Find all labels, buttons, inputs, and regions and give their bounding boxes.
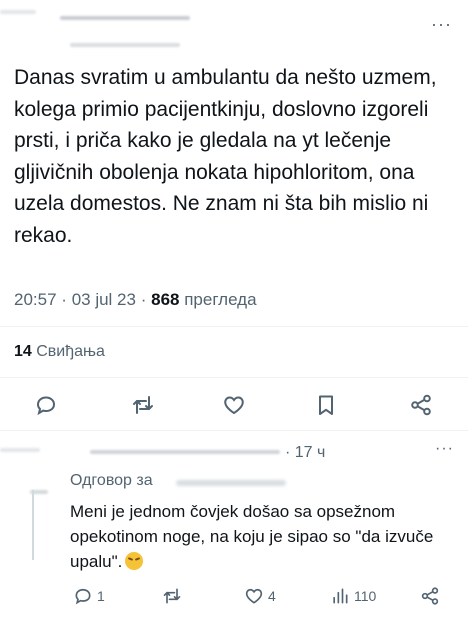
divider	[0, 430, 468, 431]
tweet-time[interactable]: 20:57	[14, 290, 57, 309]
retweet-button[interactable]	[162, 584, 182, 608]
reply-icon	[75, 588, 91, 605]
likes-count: 14	[14, 343, 32, 360]
thread-line	[32, 490, 34, 560]
confounded-face-emoji-icon	[125, 552, 144, 570]
tweet-actions	[0, 385, 468, 425]
reply-actions: 1 4 110	[0, 584, 468, 612]
reply-author-avatar[interactable]	[0, 438, 50, 498]
reply-count: 1	[97, 588, 105, 604]
likes-label: Свиђања	[36, 343, 105, 360]
share-button[interactable]	[420, 584, 440, 608]
share-icon[interactable]	[409, 393, 433, 417]
bookmark-icon[interactable]	[314, 393, 338, 417]
author-handle-redacted[interactable]	[70, 43, 180, 47]
reply-icon[interactable]	[34, 393, 58, 417]
author-avatar[interactable]	[0, 2, 44, 32]
divider	[0, 377, 468, 378]
tweet-date[interactable]: 03 jul 23	[72, 290, 136, 309]
author-name-redacted[interactable]	[60, 16, 190, 20]
replying-to-handle-redacted[interactable]	[176, 480, 286, 486]
meta-separator: ·	[140, 290, 147, 309]
retweet-icon[interactable]	[131, 393, 155, 417]
tweet-meta: 20:57 · 03 jul 23 · 868 прегледа	[14, 290, 257, 310]
tweet-text: Danas svratim u ambulantu da nešto uzmem…	[14, 66, 437, 247]
retweet-icon	[163, 588, 181, 604]
reply-text: Meni je jednom čovjek došao sa opsežnom …	[70, 499, 450, 574]
heart-icon[interactable]	[222, 393, 246, 417]
heart-icon	[245, 588, 263, 604]
analytics-icon	[333, 588, 348, 604]
replying-to-label: Одговор за	[70, 472, 153, 489]
like-button[interactable]: 4	[244, 584, 276, 608]
divider	[0, 326, 468, 327]
views-label: прегледа	[184, 290, 257, 309]
likes-link[interactable]: 14 Свиђања	[14, 343, 105, 361]
reply-button[interactable]: 1	[73, 584, 105, 608]
reply-author-redacted[interactable]	[90, 450, 280, 454]
views-count: 868	[151, 290, 180, 309]
share-icon	[421, 587, 439, 605]
tweet-header: ···	[0, 0, 468, 60]
like-count: 4	[268, 588, 276, 604]
reply-time[interactable]: · 17 ч	[285, 444, 325, 462]
views-button[interactable]: 110	[330, 584, 376, 608]
more-options-icon[interactable]: ···	[435, 440, 454, 458]
meta-separator: ·	[61, 290, 67, 309]
more-options-icon[interactable]: ···	[431, 14, 452, 35]
views-count: 110	[354, 588, 377, 604]
